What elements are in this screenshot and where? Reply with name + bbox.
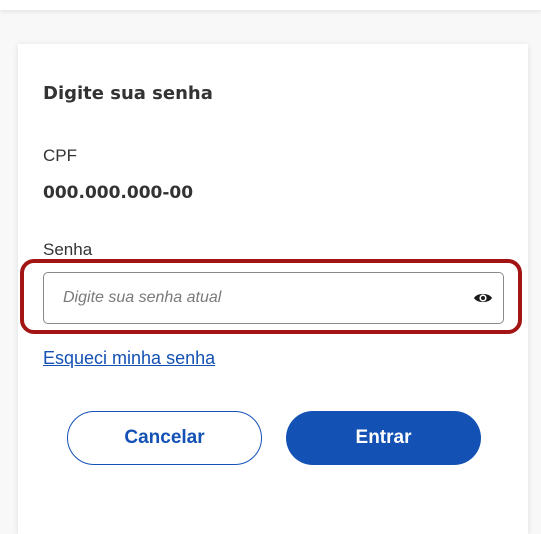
eye-icon[interactable] xyxy=(473,290,493,306)
password-field-container xyxy=(43,272,504,324)
cancel-button[interactable]: Cancelar xyxy=(67,411,262,465)
top-bar xyxy=(0,0,541,10)
enter-button[interactable]: Entrar xyxy=(286,411,481,465)
cpf-label: CPF xyxy=(43,146,77,165)
password-input[interactable] xyxy=(63,285,443,311)
password-label: Senha xyxy=(43,240,93,259)
page-title: Digite sua senha xyxy=(43,83,213,104)
forgot-password-link[interactable]: Esqueci minha senha xyxy=(43,348,215,369)
cpf-value: 000.000.000-00 xyxy=(43,183,194,203)
